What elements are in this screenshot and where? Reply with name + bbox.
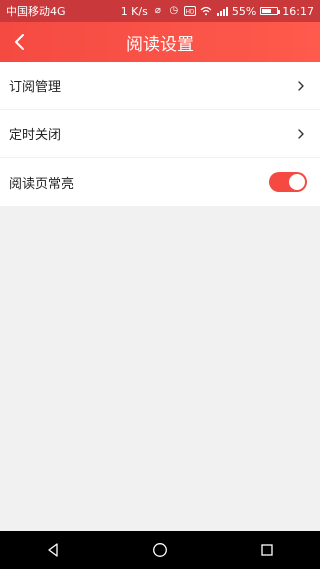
system-nav-bar — [0, 531, 320, 569]
clock: 16:17 — [282, 4, 314, 18]
signal-icon — [216, 6, 228, 16]
status-right-group: 1 K/s ⌀ ◷ HD 55% 16:17 — [121, 5, 314, 18]
hd-icon: HD — [183, 6, 196, 16]
alarm-icon: ◷ — [169, 5, 179, 16]
battery-icon — [260, 7, 281, 15]
keep-screen-on-toggle[interactable] — [269, 172, 307, 192]
settings-item-keep-screen-on: 阅读页常亮 — [0, 158, 320, 206]
back-button[interactable] — [6, 28, 34, 56]
settings-item-label: 阅读页常亮 — [9, 176, 75, 192]
nav-home-button[interactable] — [140, 535, 180, 565]
network-speed: 1 K/s — [120, 4, 148, 18]
vibrate-off-icon: ⌀ — [154, 5, 161, 16]
back-triangle-icon — [48, 543, 58, 557]
wifi-icon — [200, 6, 212, 16]
settings-item-subscription[interactable]: 订阅管理 — [0, 62, 320, 110]
page-title: 阅读设置 — [126, 34, 194, 55]
settings-item-label: 定时关闭 — [9, 128, 62, 143]
nav-back-button[interactable] — [33, 535, 73, 565]
toggle-knob — [289, 174, 305, 190]
battery-level — [262, 9, 272, 13]
nav-recent-button[interactable] — [247, 535, 287, 565]
home-circle-icon — [153, 543, 167, 557]
chevron-right-icon — [296, 127, 306, 141]
battery-percent: 55% — [231, 4, 257, 18]
chevron-left-icon — [15, 34, 24, 50]
settings-item-label: 订阅管理 — [9, 80, 62, 95]
app-header: 阅读设置 — [0, 22, 320, 62]
status-bar: 中国移动4G 1 K/s ⌀ ◷ HD 55% 16:17 — [0, 0, 320, 22]
settings-list: 订阅管理 定时关闭 阅读页常亮 — [0, 62, 320, 206]
recent-square-icon — [260, 544, 273, 556]
chevron-right-icon — [296, 79, 306, 93]
svg-text:HD: HD — [186, 10, 195, 16]
carrier-label: 中国移动4G — [6, 5, 66, 18]
settings-item-timer-close[interactable]: 定时关闭 — [0, 110, 320, 158]
